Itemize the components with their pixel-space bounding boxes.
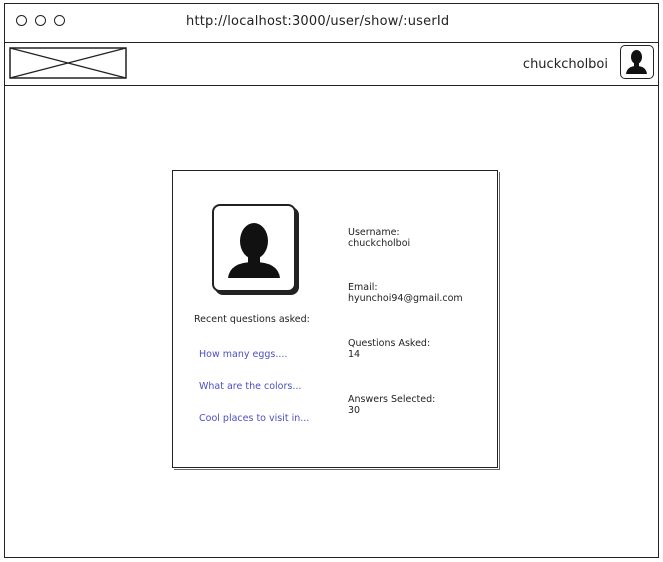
recent-question-link[interactable]: How many eggs....	[199, 349, 287, 360]
navbar-avatar-user-silhouette-icon[interactable]	[620, 45, 654, 79]
app-navbar: chuckcholboi	[5, 44, 658, 86]
window-close-control[interactable]	[16, 15, 27, 26]
questions-asked-label: Questions Asked:	[348, 338, 431, 349]
window-maximize-control[interactable]	[54, 15, 65, 26]
browser-window: http://localhost:3000/user/show/:userId …	[4, 3, 659, 558]
logo-image-placeholder-icon[interactable]	[9, 47, 127, 79]
username-value: chuckcholboi	[348, 238, 411, 249]
email-label: Email:	[348, 282, 378, 293]
navbar-username[interactable]: chuckcholboi	[523, 57, 608, 72]
answers-selected-value: 30	[348, 405, 361, 416]
email-value: hyunchoi94@gmail.com	[348, 293, 463, 304]
profile-avatar-user-silhouette-icon	[212, 204, 296, 292]
address-bar[interactable]: http://localhost:3000/user/show/:userId	[186, 14, 449, 29]
recent-question-link[interactable]: What are the colors...	[199, 381, 301, 392]
browser-titlebar: http://localhost:3000/user/show/:userId	[5, 4, 658, 43]
answers-selected-label: Answers Selected:	[348, 394, 436, 405]
recent-question-link[interactable]: Cool places to visit in...	[199, 413, 309, 424]
recent-questions-label: Recent questions asked:	[194, 314, 310, 325]
questions-asked-value: 14	[348, 349, 361, 360]
window-minimize-control[interactable]	[35, 15, 46, 26]
profile-card: Recent questions asked: How many eggs...…	[172, 170, 498, 468]
username-label: Username:	[348, 227, 400, 238]
